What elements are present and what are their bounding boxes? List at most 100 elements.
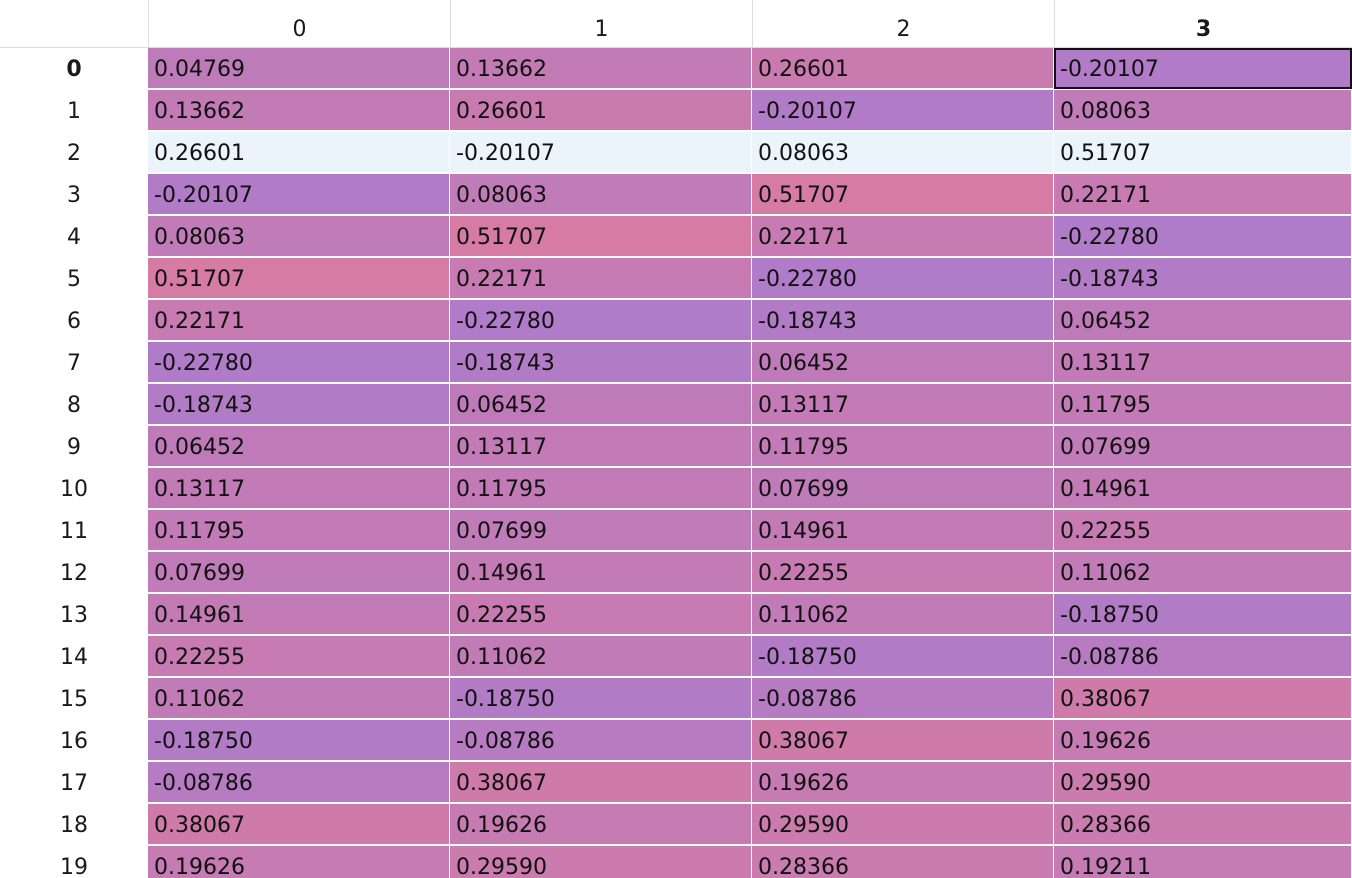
row-header-17[interactable]: 17 bbox=[0, 762, 148, 804]
row-header-4[interactable]: 4 bbox=[0, 216, 148, 258]
table-cell[interactable]: 0.22255 bbox=[148, 636, 450, 677]
table-cell[interactable]: -0.22780 bbox=[450, 300, 752, 341]
table-cell[interactable]: 0.11062 bbox=[450, 636, 752, 677]
table-cell[interactable]: 0.11795 bbox=[148, 510, 450, 551]
table-cell[interactable]: 0.08063 bbox=[1054, 90, 1352, 131]
table-cell[interactable]: 0.28366 bbox=[1054, 804, 1352, 845]
column-header-2[interactable]: 2 bbox=[752, 0, 1054, 47]
table-cell[interactable]: 0.08063 bbox=[148, 216, 450, 257]
table-cell[interactable]: 0.14961 bbox=[752, 510, 1054, 551]
table-cell[interactable]: 0.38067 bbox=[450, 762, 752, 803]
table-cell[interactable]: -0.18750 bbox=[1054, 594, 1352, 635]
table-cell[interactable]: 0.08063 bbox=[752, 132, 1054, 173]
table-cell[interactable]: 0.19626 bbox=[148, 846, 450, 878]
table-cell[interactable]: 0.22255 bbox=[1054, 510, 1352, 551]
row-header-12[interactable]: 12 bbox=[0, 552, 148, 594]
table-cell[interactable]: 0.13117 bbox=[148, 468, 450, 509]
row-header-2[interactable]: 2 bbox=[0, 132, 148, 174]
table-cell[interactable]: -0.08786 bbox=[752, 678, 1054, 719]
table-cell[interactable]: 0.22171 bbox=[450, 258, 752, 299]
row-header-9[interactable]: 9 bbox=[0, 426, 148, 468]
table-cell[interactable]: 0.28366 bbox=[752, 846, 1054, 878]
table-cell[interactable]: -0.22780 bbox=[148, 342, 450, 383]
table-cell[interactable]: 0.38067 bbox=[1054, 678, 1352, 719]
table-cell[interactable]: 0.38067 bbox=[752, 720, 1054, 761]
table-cell[interactable]: 0.06452 bbox=[1054, 300, 1352, 341]
row-header-11[interactable]: 11 bbox=[0, 510, 148, 552]
row-header-13[interactable]: 13 bbox=[0, 594, 148, 636]
table-cell[interactable]: 0.14961 bbox=[148, 594, 450, 635]
table-cell[interactable]: 0.11062 bbox=[148, 678, 450, 719]
table-cell[interactable]: 0.29590 bbox=[1054, 762, 1352, 803]
row-header-6[interactable]: 6 bbox=[0, 300, 148, 342]
table-cell[interactable]: -0.20107 bbox=[1054, 48, 1352, 89]
table-cell[interactable]: 0.11795 bbox=[450, 468, 752, 509]
row-header-8[interactable]: 8 bbox=[0, 384, 148, 426]
row-header-19[interactable]: 19 bbox=[0, 846, 148, 878]
table-cell[interactable]: 0.06452 bbox=[450, 384, 752, 425]
table-cell[interactable]: -0.08786 bbox=[1054, 636, 1352, 677]
row-header-3[interactable]: 3 bbox=[0, 174, 148, 216]
row-header-18[interactable]: 18 bbox=[0, 804, 148, 846]
table-cell[interactable]: 0.13662 bbox=[148, 90, 450, 131]
table-cell[interactable]: 0.07699 bbox=[148, 552, 450, 593]
table-cell[interactable]: 0.38067 bbox=[148, 804, 450, 845]
table-cell[interactable]: 0.51707 bbox=[1054, 132, 1352, 173]
table-cell[interactable]: -0.08786 bbox=[148, 762, 450, 803]
table-cell[interactable]: -0.18743 bbox=[148, 384, 450, 425]
table-cell[interactable]: 0.51707 bbox=[148, 258, 450, 299]
table-cell[interactable]: 0.04769 bbox=[148, 48, 450, 89]
table-cell[interactable]: -0.18750 bbox=[148, 720, 450, 761]
table-cell[interactable]: 0.07699 bbox=[450, 510, 752, 551]
row-header-7[interactable]: 7 bbox=[0, 342, 148, 384]
table-cell[interactable]: 0.19211 bbox=[1054, 846, 1352, 878]
table-cell[interactable]: 0.11795 bbox=[752, 426, 1054, 467]
table-cell[interactable]: 0.07699 bbox=[752, 468, 1054, 509]
table-cell[interactable]: 0.13662 bbox=[450, 48, 752, 89]
row-header-16[interactable]: 16 bbox=[0, 720, 148, 762]
table-cell[interactable]: -0.18743 bbox=[752, 300, 1054, 341]
row-header-5[interactable]: 5 bbox=[0, 258, 148, 300]
table-cell[interactable]: 0.14961 bbox=[450, 552, 752, 593]
column-header-1[interactable]: 1 bbox=[450, 0, 752, 47]
table-cell[interactable]: 0.19626 bbox=[1054, 720, 1352, 761]
table-cell[interactable]: 0.22255 bbox=[450, 594, 752, 635]
table-cell[interactable]: 0.14961 bbox=[1054, 468, 1352, 509]
table-cell[interactable]: -0.18743 bbox=[1054, 258, 1352, 299]
table-cell[interactable]: 0.22255 bbox=[752, 552, 1054, 593]
table-cell[interactable]: 0.13117 bbox=[1054, 342, 1352, 383]
table-cell[interactable]: 0.06452 bbox=[148, 426, 450, 467]
table-cell[interactable]: 0.13117 bbox=[752, 384, 1054, 425]
table-cell[interactable]: 0.26601 bbox=[148, 132, 450, 173]
row-header-0[interactable]: 0 bbox=[0, 48, 148, 90]
table-cell[interactable]: 0.51707 bbox=[450, 216, 752, 257]
table-cell[interactable]: 0.22171 bbox=[148, 300, 450, 341]
table-cell[interactable]: -0.20107 bbox=[450, 132, 752, 173]
table-cell[interactable]: 0.51707 bbox=[752, 174, 1054, 215]
table-cell[interactable]: -0.08786 bbox=[450, 720, 752, 761]
table-cell[interactable]: 0.19626 bbox=[450, 804, 752, 845]
table-cell[interactable]: 0.22171 bbox=[752, 216, 1054, 257]
table-cell[interactable]: 0.29590 bbox=[752, 804, 1054, 845]
table-cell[interactable]: 0.06452 bbox=[752, 342, 1054, 383]
table-cell[interactable]: 0.29590 bbox=[450, 846, 752, 878]
row-header-1[interactable]: 1 bbox=[0, 90, 148, 132]
table-cell[interactable]: 0.26601 bbox=[450, 90, 752, 131]
table-cell[interactable]: 0.26601 bbox=[752, 48, 1054, 89]
table-cell[interactable]: 0.19626 bbox=[752, 762, 1054, 803]
table-cell[interactable]: 0.11062 bbox=[752, 594, 1054, 635]
table-cell[interactable]: 0.07699 bbox=[1054, 426, 1352, 467]
table-cell[interactable]: -0.18750 bbox=[450, 678, 752, 719]
table-cell[interactable]: -0.20107 bbox=[148, 174, 450, 215]
table-cell[interactable]: 0.11062 bbox=[1054, 552, 1352, 593]
table-cell[interactable]: 0.13117 bbox=[450, 426, 752, 467]
row-header-10[interactable]: 10 bbox=[0, 468, 148, 510]
column-header-0[interactable]: 0 bbox=[148, 0, 450, 47]
table-cell[interactable]: -0.20107 bbox=[752, 90, 1054, 131]
table-cell[interactable]: 0.22171 bbox=[1054, 174, 1352, 215]
column-header-3[interactable]: 3 bbox=[1054, 0, 1352, 47]
row-header-15[interactable]: 15 bbox=[0, 678, 148, 720]
table-cell[interactable]: 0.11795 bbox=[1054, 384, 1352, 425]
table-cell[interactable]: -0.18743 bbox=[450, 342, 752, 383]
table-cell[interactable]: -0.18750 bbox=[752, 636, 1054, 677]
